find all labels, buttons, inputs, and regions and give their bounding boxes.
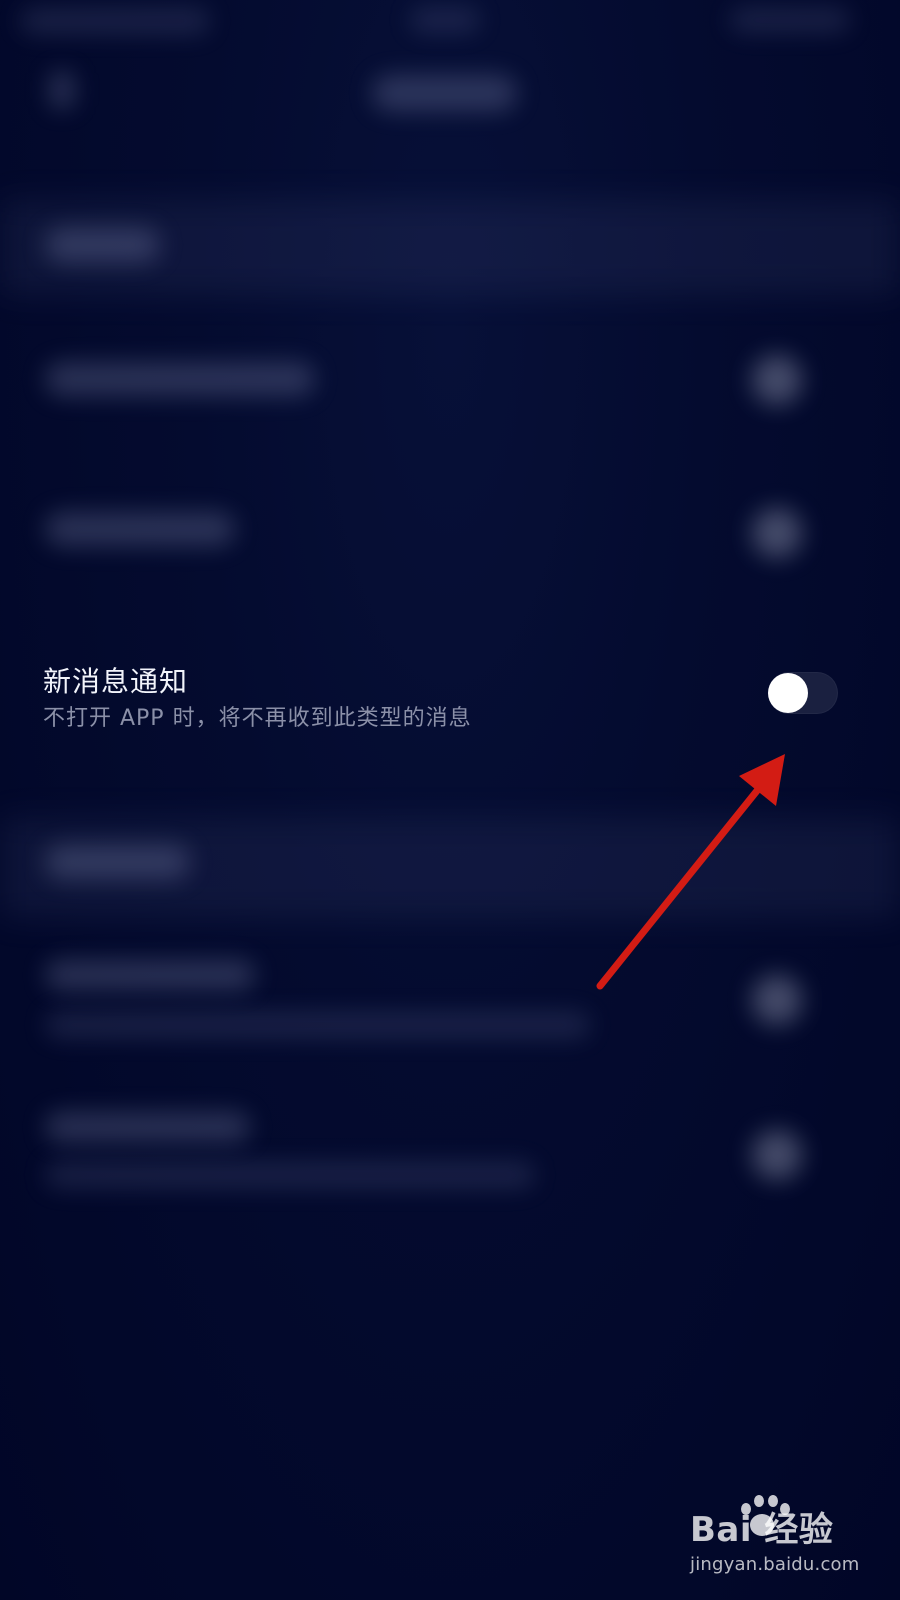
blurred-row-toggle [752, 1130, 802, 1180]
blurred-status-right [730, 8, 850, 32]
notification-setting-row: 新消息通知 不打开 APP 时，将不再收到此类型的消息 [0, 640, 900, 760]
blurred-row-toggle [752, 508, 802, 558]
blurred-status-left [20, 8, 210, 34]
blurred-page-title [372, 75, 517, 111]
screen: 新消息通知 不打开 APP 时，将不再收到此类型的消息 Bai 经验 jingy… [0, 0, 900, 1600]
watermark-main-text: Bai 经验 [690, 1510, 834, 1550]
toggle-knob [768, 673, 808, 713]
watermark-url: jingyan.baidu.com [690, 1554, 860, 1575]
blurred-row-description [45, 1012, 590, 1038]
blurred-back-icon [50, 72, 74, 108]
blurred-status-center [410, 8, 480, 32]
notification-setting-description: 不打开 APP 时，将不再收到此类型的消息 [43, 706, 472, 731]
blurred-section-header [45, 228, 160, 262]
blurred-row-label [45, 362, 315, 396]
baidu-jingyan-watermark: Bai 经验 jingyan.baidu.com [690, 1495, 860, 1582]
blurred-row-label [45, 960, 255, 990]
notification-setting-title: 新消息通知 [43, 665, 189, 698]
new-message-notification-toggle[interactable] [768, 672, 838, 714]
blurred-row-description [45, 1162, 535, 1188]
blurred-row-toggle [752, 355, 802, 405]
blurred-section-header [45, 845, 190, 879]
blurred-row-label [45, 1112, 250, 1142]
blurred-row-toggle [752, 975, 802, 1025]
blurred-row-label [45, 512, 235, 546]
